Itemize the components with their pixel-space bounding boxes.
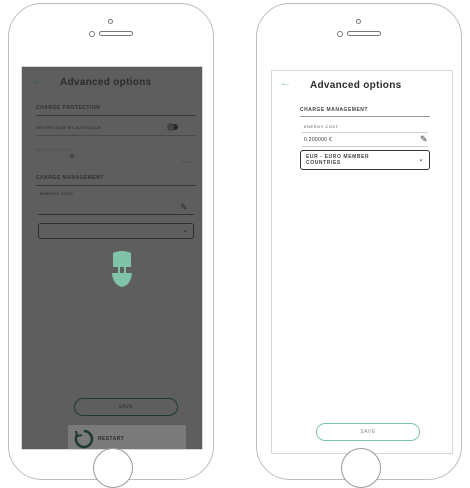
divider [300,116,430,117]
save-button[interactable]: SAVE [74,398,178,416]
save-button[interactable]: SAVE [316,423,420,441]
save-button-label: SAVE [360,429,376,435]
restart-button[interactable]: RESTART [68,425,186,449]
chevron-down-icon: ⌄ [418,156,424,163]
energy-cost-input-line [302,146,428,147]
autolock-time-max: MAX [182,159,192,164]
charge-protection-heading: CHARGE PROTECTION [36,105,101,111]
page-title: Advanced options [60,77,152,88]
front-camera-icon [337,31,343,37]
left-phone-frame: ← Advanced options CHARGE PROTECTION PRO… [8,3,214,488]
back-arrow-icon[interactable]: ← [280,77,291,89]
energy-cost-label: ENERGY COST [304,124,339,129]
speaker-slot [347,31,381,36]
home-button [341,448,381,488]
front-camera-icon [89,31,95,37]
autolock-time-slider[interactable] [70,154,74,158]
autolock-time-label: AUTOLOCK TIME [36,147,74,152]
energy-cost-label: ENERGY COST [40,191,74,196]
energy-cost-input[interactable]: 0.200000 € [304,137,332,143]
autolock-toggle[interactable] [167,123,178,131]
camera-dot [108,19,113,24]
currency-select[interactable]: EUR - EURO MEMBER COUNTRIES ⌄ [300,150,430,170]
right-phone-frame: ← Advanced options CHARGE MANAGEMENT ENE… [256,3,462,488]
speaker-slot [99,31,133,36]
restart-icon [74,429,94,449]
restart-label: RESTART [98,436,125,442]
divider [36,115,196,116]
divider [36,185,196,186]
plug-icon [109,251,135,296]
page-title: Advanced options [310,80,402,91]
divider [36,135,196,136]
autolock-label: PROTECTION BY AUTOLOCK [36,125,102,130]
divider [302,132,428,133]
charge-management-heading: CHARGE MANAGEMENT [36,175,104,181]
save-button-label: SAVE [118,404,134,410]
back-arrow-icon[interactable]: ← [32,76,42,87]
energy-cost-input-line[interactable] [38,214,194,215]
edit-pencil-icon[interactable]: ✎ [180,202,188,213]
left-screen: ← Advanced options CHARGE PROTECTION PRO… [21,66,203,450]
charge-management-heading: CHARGE MANAGEMENT [300,107,368,113]
right-screen: ← Advanced options CHARGE MANAGEMENT ENE… [271,70,453,454]
chevron-down-icon: ⌄ [182,227,188,234]
currency-select-value: EUR - EURO MEMBER COUNTRIES [306,154,370,166]
camera-dot [356,19,361,24]
currency-select[interactable]: ⌄ [38,223,194,239]
edit-pencil-icon[interactable]: ✎ [420,134,428,145]
home-button [93,448,133,488]
